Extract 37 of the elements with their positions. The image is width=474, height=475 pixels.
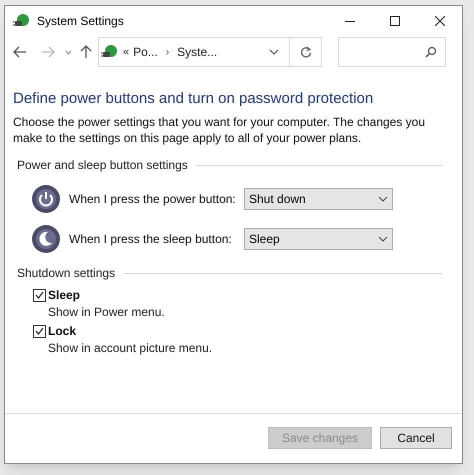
breadcrumb[interactable]: Po... [133, 43, 158, 61]
power-icon [31, 184, 61, 214]
chevron-down-icon [378, 236, 388, 242]
breadcrumb-separator: › [166, 46, 170, 60]
refresh-icon[interactable] [300, 46, 312, 58]
setting-label: When I press the power button: [69, 191, 237, 208]
search-icon [425, 46, 437, 58]
checkbox-description: Show in account picture menu. [47, 340, 214, 356]
search-field[interactable] [338, 37, 446, 67]
checkbox[interactable] [33, 324, 46, 338]
up-arrow-icon[interactable] [80, 45, 92, 59]
dialog-button[interactable]: Cancel [380, 426, 452, 448]
section-title: Power and sleep button settings [17, 157, 188, 174]
checkbox[interactable] [33, 288, 46, 302]
dropdown[interactable]: Shut down [244, 188, 393, 210]
checkbox-label: Sleep [48, 287, 80, 304]
address-bar[interactable]: « Po... › Syste... [98, 37, 322, 67]
moon-icon [31, 224, 61, 254]
maximize-icon [390, 16, 400, 26]
window-title: System Settings [37, 13, 124, 30]
breadcrumb[interactable]: Syste... [177, 43, 218, 61]
setting-label: When I press the sleep button: [69, 231, 233, 248]
page-description: Choose the power settings that you want for your computer. The changes you make to the settings on this page apply to all of your power plans. [13, 114, 426, 146]
close-icon [434, 16, 444, 26]
chevron-down-icon [378, 196, 388, 202]
section-title: Shutdown settings [17, 265, 116, 282]
checkmark-icon [35, 327, 44, 335]
minimize-icon [344, 20, 354, 22]
checkbox-label: Lock [48, 323, 76, 340]
checkbox-description: Show in Power menu. [47, 304, 166, 320]
dropdown[interactable]: Sleep [244, 228, 393, 250]
chevron-down-icon[interactable] [65, 50, 72, 54]
chevron-down-icon [269, 49, 279, 55]
page-heading: Define power buttons and turn on password protection [13, 90, 374, 108]
back-arrow-icon[interactable] [13, 46, 27, 58]
checkmark-icon [35, 291, 44, 299]
overflow-chevrons[interactable]: « [123, 44, 130, 60]
